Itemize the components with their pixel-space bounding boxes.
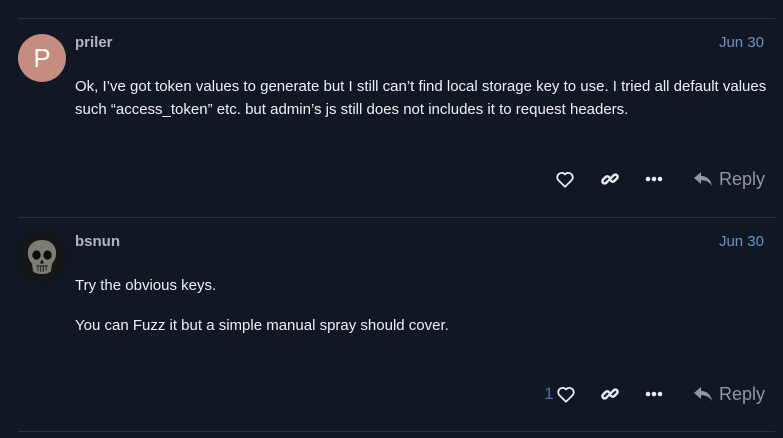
ellipsis-icon [645,391,663,397]
reply-label: Reply [718,383,765,404]
reply-button[interactable]: Reply [693,380,765,408]
post-actions: 1 Reply [540,380,765,408]
post-date[interactable]: Jun 30 [719,233,764,250]
heart-icon [557,386,575,403]
post-body-paragraph: Try the obvious keys. [75,277,217,294]
post-body-paragraph: You can Fuzz it but a simple manual spra… [75,317,449,334]
like-button[interactable]: 1 [540,380,580,408]
reply-icon [693,387,712,401]
like-count: 1 [544,384,554,403]
more-button[interactable] [639,380,669,408]
post-bsnun: bsnun Jun 30 Try the obvious keys. You c… [0,0,783,438]
link-icon [601,388,619,400]
skull-avatar-icon [18,233,66,281]
username[interactable]: bsnun [75,233,120,250]
copy-link-button[interactable] [595,380,625,408]
avatar[interactable] [18,233,66,281]
bottom-divider [18,431,775,432]
